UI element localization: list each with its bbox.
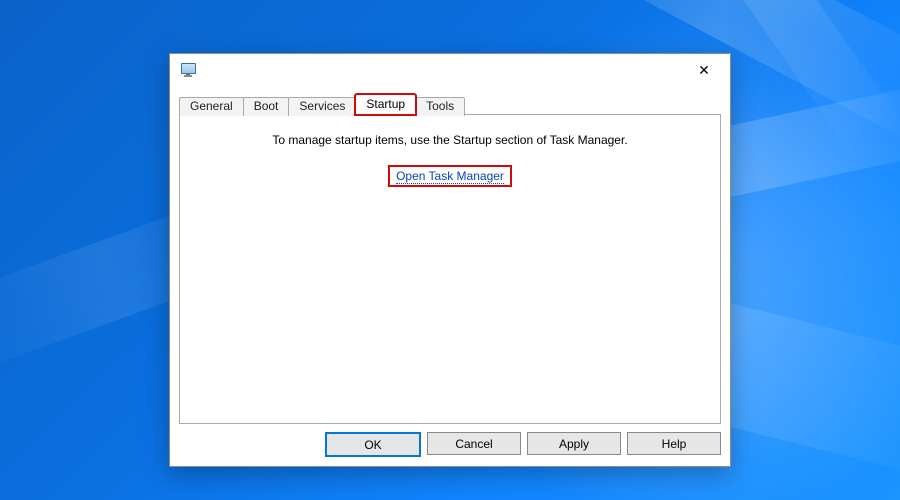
dialog-buttons: OK Cancel Apply Help xyxy=(179,424,721,457)
help-button[interactable]: Help xyxy=(627,432,721,455)
link-highlight-box: Open Task Manager xyxy=(388,165,512,187)
msconfig-window: ✕ General Boot Services Startup Tools To… xyxy=(169,53,731,467)
close-button[interactable]: ✕ xyxy=(682,56,726,84)
tab-startup[interactable]: Startup xyxy=(355,94,416,115)
desktop-background: ✕ General Boot Services Startup Tools To… xyxy=(0,0,900,500)
msconfig-icon xyxy=(180,62,196,78)
title-bar[interactable]: ✕ xyxy=(170,54,730,86)
client-area: General Boot Services Startup Tools To m… xyxy=(170,86,730,466)
apply-button[interactable]: Apply xyxy=(527,432,621,455)
cancel-button[interactable]: Cancel xyxy=(427,432,521,455)
app-icon xyxy=(178,60,198,80)
ok-button[interactable]: OK xyxy=(325,432,421,457)
open-task-manager-link[interactable]: Open Task Manager xyxy=(396,169,504,184)
tab-strip: General Boot Services Startup Tools xyxy=(179,93,721,114)
tab-general[interactable]: General xyxy=(179,97,244,116)
tab-body-startup: To manage startup items, use the Startup… xyxy=(179,114,721,424)
tab-tools[interactable]: Tools xyxy=(415,97,465,116)
close-icon: ✕ xyxy=(698,63,710,77)
startup-info-text: To manage startup items, use the Startup… xyxy=(180,133,720,147)
tab-boot[interactable]: Boot xyxy=(243,97,290,116)
tab-services[interactable]: Services xyxy=(288,97,356,116)
